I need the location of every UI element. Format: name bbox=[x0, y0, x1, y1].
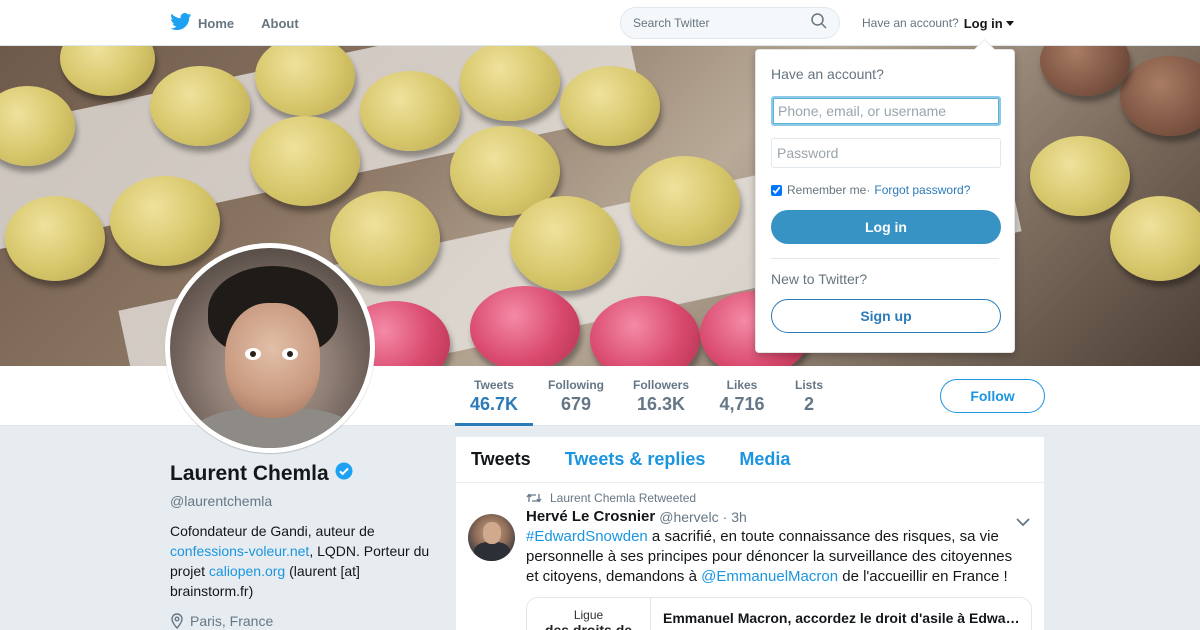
tweet-mention[interactable]: @EmmanuelMacron bbox=[701, 568, 838, 585]
tab-media[interactable]: Media bbox=[739, 449, 790, 470]
stat-value: 4,716 bbox=[719, 394, 765, 414]
profile-handle[interactable]: @laurentchemla bbox=[170, 493, 430, 509]
profile-bio: Cofondateur de Gandi, auteur de confessi… bbox=[170, 521, 430, 601]
banner-macaron bbox=[560, 66, 660, 146]
retweeted-by-text[interactable]: Laurent Chemla Retweeted bbox=[550, 491, 696, 505]
account-prompt: Have an account? Log in bbox=[862, 0, 1014, 46]
banner-macaron bbox=[110, 176, 220, 266]
nav-about-label: About bbox=[261, 15, 299, 31]
caret-down-icon bbox=[1005, 20, 1014, 26]
profile-header-card: Laurent Chemla @laurentchemla Cofondateu… bbox=[170, 462, 430, 629]
banner-macaron bbox=[1120, 56, 1200, 136]
have-account-text: Have an account? bbox=[862, 16, 959, 30]
new-to-twitter-text: New to Twitter? bbox=[771, 271, 868, 287]
banner-macaron bbox=[60, 46, 155, 96]
stat-value: 2 bbox=[803, 394, 814, 414]
location-text: Paris, France bbox=[190, 613, 274, 629]
tweet-header: Hervé Le Crosnier @hervelc · 3h bbox=[526, 508, 1032, 525]
username-field[interactable] bbox=[771, 96, 1001, 126]
search-icon[interactable] bbox=[811, 12, 827, 34]
banner-macaron bbox=[590, 296, 700, 366]
login-button[interactable]: Log in bbox=[771, 210, 1001, 244]
signup-button[interactable]: Sign up bbox=[771, 299, 1001, 333]
remember-me-label[interactable]: Remember me bbox=[787, 183, 866, 197]
profile-timeline: Tweets Tweets & replies Media Laurent Ch… bbox=[456, 437, 1044, 630]
location-pin-icon bbox=[171, 613, 183, 629]
login-dropdown-toggle[interactable]: Log in bbox=[964, 16, 1014, 31]
tweet[interactable]: Laurent Chemla Retweeted Hervé Le Crosni… bbox=[456, 483, 1044, 630]
tweet-text: #EdwardSnowden a sacrifié, en toute conn… bbox=[526, 527, 1016, 587]
stat-likes[interactable]: Likes 4,716 bbox=[712, 366, 772, 426]
bio-link-confessions[interactable]: confessions-voleur.net bbox=[170, 543, 309, 559]
tweet-hashtag[interactable]: #EdwardSnowden bbox=[526, 528, 648, 545]
login-dropdown: Have an account? Remember me · Forgot pa… bbox=[755, 49, 1015, 353]
verified-badge-icon bbox=[335, 462, 353, 486]
card-title: Emmanuel Macron, accordez le droit d'asi… bbox=[663, 610, 1023, 626]
tweet-timestamp[interactable]: 3h bbox=[731, 509, 747, 525]
remember-row: Remember me · Forgot password? bbox=[771, 183, 999, 197]
stat-label: Followers bbox=[632, 378, 689, 392]
search-box[interactable]: Search Twitter bbox=[620, 7, 840, 39]
tweet-author-avatar[interactable] bbox=[468, 514, 515, 561]
banner-macaron bbox=[510, 196, 620, 291]
stat-lists[interactable]: Lists 2 bbox=[786, 366, 832, 426]
stat-label: Likes bbox=[726, 378, 758, 392]
nav-about-link[interactable]: About bbox=[261, 16, 299, 31]
tab-tweets-replies[interactable]: Tweets & replies bbox=[565, 449, 706, 470]
tweet-author-name[interactable]: Hervé Le Crosnier bbox=[526, 508, 655, 525]
login-link-label: Log in bbox=[963, 15, 1003, 31]
stat-label: Tweets bbox=[474, 378, 514, 392]
twitter-bird-icon bbox=[170, 12, 192, 34]
banner-macaron bbox=[5, 196, 105, 281]
banner-macaron bbox=[360, 71, 460, 151]
banner-macaron bbox=[1040, 46, 1130, 96]
stat-label: Following bbox=[548, 378, 604, 392]
retweet-context: Laurent Chemla Retweeted bbox=[526, 491, 1032, 505]
stat-value: 679 bbox=[560, 394, 592, 414]
tab-tweets[interactable]: Tweets bbox=[471, 449, 531, 470]
profile-name[interactable]: Laurent Chemla bbox=[170, 462, 329, 486]
timeline-tabs: Tweets Tweets & replies Media bbox=[456, 437, 1044, 483]
tweet-separator: · bbox=[722, 508, 728, 525]
remember-separator: · bbox=[866, 183, 871, 197]
card-thumbnail: Ligue des droits de bbox=[527, 598, 651, 630]
banner-macaron bbox=[150, 66, 250, 146]
password-field[interactable] bbox=[771, 138, 1001, 168]
card-thumbnail-line1: Ligue bbox=[573, 608, 604, 622]
nav-home-link[interactable]: Home bbox=[170, 12, 235, 34]
top-navigation-bar: Home About Search Twitter Have an accoun… bbox=[0, 0, 1200, 46]
profile-location: Paris, France bbox=[170, 613, 430, 629]
tweet-author-handle[interactable]: @hervelc bbox=[659, 509, 718, 525]
card-thumbnail-line2: des droits de bbox=[544, 622, 633, 630]
forgot-password-link[interactable]: Forgot password? bbox=[874, 183, 970, 197]
dropdown-title: Have an account? bbox=[771, 66, 884, 82]
banner-macaron bbox=[250, 116, 360, 206]
dropdown-divider bbox=[771, 258, 999, 259]
stat-label: Lists bbox=[794, 378, 823, 392]
remember-me-checkbox[interactable] bbox=[771, 184, 782, 196]
bio-text: Cofondateur de Gandi, auteur de bbox=[170, 523, 375, 539]
banner-macaron bbox=[1110, 196, 1200, 281]
retweet-icon bbox=[526, 493, 542, 503]
bio-link-caliopen[interactable]: caliopen.org bbox=[209, 563, 285, 579]
nav-left: Home About bbox=[170, 0, 326, 46]
banner-macaron bbox=[470, 286, 580, 366]
chevron-down-icon[interactable] bbox=[1016, 514, 1030, 532]
follow-button[interactable]: Follow bbox=[940, 379, 1045, 413]
stat-value: 16.3K bbox=[636, 394, 686, 414]
banner-macaron bbox=[330, 191, 440, 286]
profile-avatar[interactable] bbox=[165, 243, 375, 453]
stat-followers[interactable]: Followers 16.3K bbox=[626, 366, 696, 426]
stat-tweets[interactable]: Tweets 46.7K bbox=[455, 366, 533, 426]
profile-name-row: Laurent Chemla bbox=[170, 462, 430, 486]
banner-macaron bbox=[630, 156, 740, 246]
banner-macaron bbox=[1030, 136, 1130, 216]
search-input[interactable]: Search Twitter bbox=[633, 16, 811, 30]
nav-home-label: Home bbox=[198, 15, 235, 31]
tweet-text-part: de l'accueillir en France ! bbox=[838, 568, 1008, 585]
tweet-link-card[interactable]: Ligue des droits de Emmanuel Macron, acc… bbox=[526, 597, 1032, 630]
stat-value: 46.7K bbox=[469, 394, 519, 414]
stat-following[interactable]: Following 679 bbox=[541, 366, 611, 426]
